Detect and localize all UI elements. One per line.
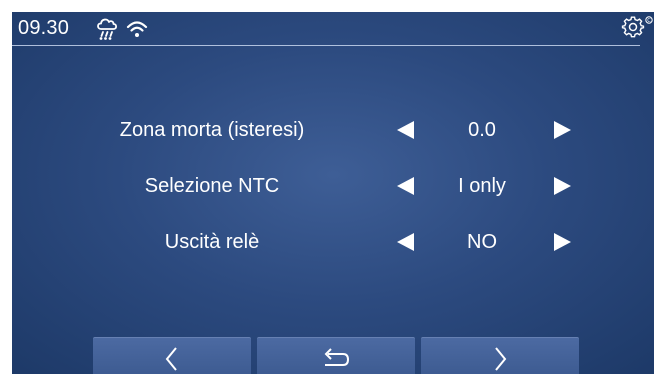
decrease-arrow-icon[interactable]	[397, 233, 415, 251]
increase-arrow-icon[interactable]	[553, 121, 571, 139]
svg-text:C: C	[647, 18, 651, 24]
back-button[interactable]	[257, 337, 415, 374]
increase-arrow-icon[interactable]	[553, 233, 571, 251]
chevron-right-icon	[495, 347, 507, 371]
chevron-left-icon	[165, 347, 177, 371]
previous-button[interactable]	[93, 337, 251, 374]
increase-arrow-icon[interactable]	[553, 177, 571, 195]
cloud-drizzle-icon	[97, 18, 118, 40]
status-divider	[12, 45, 640, 46]
next-button[interactable]	[421, 337, 579, 374]
status-bar: 09.30 C	[12, 12, 654, 46]
thermostat-screen: 09.30 C Zona morta (isteresi) 0.0 Selezi…	[12, 12, 654, 374]
setting-row-dead-zone: Zona morta (isteresi) 0.0	[12, 113, 654, 147]
clock-time: 09.30	[18, 17, 70, 39]
setting-row-relay-output: Uscità relè NO	[12, 225, 654, 259]
return-arrow-icon	[324, 348, 349, 366]
bottom-navigation	[12, 337, 654, 374]
decrease-arrow-icon[interactable]	[397, 177, 415, 195]
setting-value: NO	[467, 231, 497, 253]
setting-label: Zona morta (isteresi)	[119, 119, 305, 141]
setting-value: 0.0	[468, 119, 496, 141]
setting-row-ntc-selection: Selezione NTC I only	[12, 169, 654, 203]
setting-label: Selezione NTC	[144, 175, 280, 197]
gear-icon[interactable]: C	[621, 14, 654, 40]
setting-label: Uscità relè	[164, 231, 260, 253]
setting-value: I only	[458, 175, 506, 197]
decrease-arrow-icon[interactable]	[397, 121, 415, 139]
wifi-icon	[126, 21, 148, 37]
